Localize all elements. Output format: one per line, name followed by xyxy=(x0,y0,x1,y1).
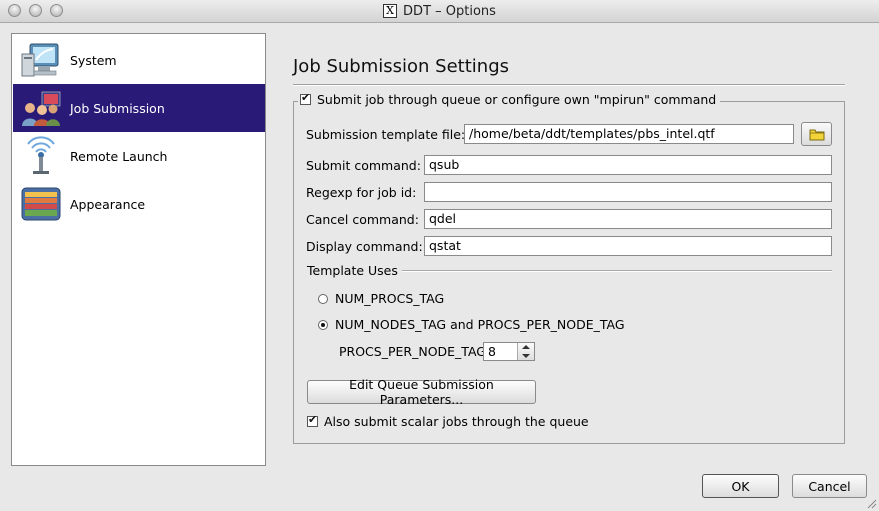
category-item-system[interactable]: System xyxy=(13,36,265,84)
cancel-button[interactable]: Cancel xyxy=(792,474,867,498)
category-item-appearance[interactable]: Appearance xyxy=(13,180,265,228)
template-uses-divider xyxy=(402,270,832,272)
scalar-jobs-row[interactable]: Also submit scalar jobs through the queu… xyxy=(307,414,589,429)
radio-num-nodes[interactable]: NUM_NODES_TAG and PROCS_PER_NODE_TAG xyxy=(318,317,625,332)
scalar-jobs-checkbox[interactable] xyxy=(307,414,318,427)
edit-queue-parameters-button[interactable]: Edit Queue Submission Parameters... xyxy=(307,377,536,407)
radio-button[interactable] xyxy=(318,293,328,304)
regexp-field[interactable] xyxy=(424,182,832,202)
radio-button[interactable] xyxy=(318,319,328,330)
procs-per-node-spinbox[interactable]: 8 xyxy=(483,342,535,361)
category-label: System xyxy=(70,52,117,68)
category-item-job-submission[interactable]: Job Submission xyxy=(13,84,265,132)
template-file-field[interactable]: /home/beta/ddt/templates/pbs_intel.qtf xyxy=(464,124,794,144)
cancel-command-label: Cancel command: xyxy=(306,212,419,227)
resize-grip-icon[interactable] xyxy=(865,497,877,509)
queue-group-title[interactable]: Submit job through queue or configure ow… xyxy=(298,92,721,107)
browse-template-button[interactable] xyxy=(801,122,832,146)
radio-label: NUM_NODES_TAG and PROCS_PER_NODE_TAG xyxy=(335,317,625,332)
category-label: Appearance xyxy=(70,196,146,212)
procs-per-node-value: 8 xyxy=(488,344,496,359)
spin-buttons[interactable] xyxy=(517,343,534,360)
palette-icon xyxy=(19,184,63,224)
radio-label: NUM_PROCS_TAG xyxy=(335,291,445,306)
scalar-jobs-label: Also submit scalar jobs through the queu… xyxy=(324,414,589,429)
antenna-icon xyxy=(19,136,63,176)
submit-command-field[interactable]: qsub xyxy=(424,155,832,175)
computer-icon xyxy=(19,40,63,80)
page-title: Job Submission Settings xyxy=(293,56,509,77)
heading-divider xyxy=(293,84,845,86)
spin-down-icon[interactable] xyxy=(522,354,530,358)
folder-icon xyxy=(809,129,824,141)
radio-num-procs[interactable]: NUM_PROCS_TAG xyxy=(318,291,444,306)
ok-button[interactable]: OK xyxy=(702,474,779,498)
template-uses-title: Template Uses xyxy=(307,263,398,278)
queue-checkbox-label: Submit job through queue or configure ow… xyxy=(317,92,717,107)
display-command-label: Display command: xyxy=(306,239,423,254)
category-item-remote-launch[interactable]: Remote Launch xyxy=(13,132,265,180)
submit-command-label: Submit command: xyxy=(306,158,421,173)
category-list: System Job Submission Remote Launch Appe… xyxy=(11,33,266,466)
category-label: Job Submission xyxy=(70,100,165,116)
template-file-label: Submission template file: xyxy=(306,127,466,142)
spin-up-icon[interactable] xyxy=(522,345,530,349)
users-icon xyxy=(19,88,63,128)
display-command-field[interactable]: qstat xyxy=(424,236,832,256)
window-title: DDT – Options xyxy=(403,3,496,19)
title-bar: X DDT – Options xyxy=(0,0,879,23)
cancel-command-field[interactable]: qdel xyxy=(424,209,832,229)
regexp-label: Regexp for job id: xyxy=(306,185,417,200)
category-label: Remote Launch xyxy=(70,148,168,164)
x11-icon: X xyxy=(383,4,398,18)
queue-checkbox[interactable] xyxy=(300,92,311,105)
procs-per-node-label: PROCS_PER_NODE_TAG: xyxy=(339,344,491,359)
